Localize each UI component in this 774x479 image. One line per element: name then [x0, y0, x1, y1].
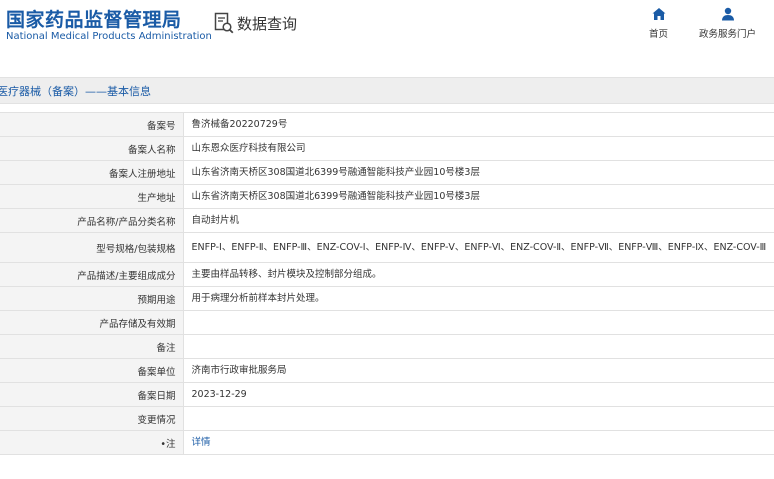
row-value: 2023-12-29	[183, 382, 774, 407]
table-row: 备案人名称 山东恩众医疗科技有限公司	[0, 136, 774, 161]
table-row: 产品存储及有效期	[0, 310, 774, 335]
table-row: 产品描述/主要组成成分 主要由样品转移、封片模块及控制部分组成。	[0, 262, 774, 287]
row-value: 自动封片机	[183, 208, 774, 233]
row-label: 备案单位	[0, 358, 184, 383]
table-row: 备案号 鲁济械备20220729号	[0, 112, 774, 137]
row-label: 备注	[0, 334, 184, 359]
row-value: 鲁济械备20220729号	[183, 112, 774, 137]
info-table: 备案号 鲁济械备20220729号 备案人名称 山东恩众医疗科技有限公司 备案人…	[0, 112, 774, 455]
nav-service-label: 政务服务门户	[699, 29, 757, 40]
nav-home[interactable]: 首页	[649, 7, 668, 40]
row-value: 济南市行政审批服务局	[183, 358, 774, 383]
row-label-text: 注	[165, 438, 176, 450]
table-row: 产品名称/产品分类名称 自动封片机	[0, 208, 774, 233]
row-label: 备案人名称	[0, 136, 184, 161]
details-link[interactable]: 详情	[192, 437, 211, 448]
row-value: ENFP-Ⅰ、ENFP-Ⅱ、ENFP-Ⅲ、ENZ-COV-Ⅰ、ENFP-Ⅳ、EN…	[183, 232, 774, 263]
row-value	[183, 406, 774, 431]
row-label: 型号规格/包装规格	[0, 232, 184, 263]
row-label: 备案日期	[0, 382, 184, 407]
row-value: 主要由样品转移、封片模块及控制部分组成。	[183, 262, 774, 287]
row-value: 山东省济南天桥区308国道北6399号融通智能科技产业园10号楼3层	[183, 184, 774, 209]
table-row: 备案日期 2023-12-29	[0, 382, 774, 407]
row-label-note: •注	[0, 430, 184, 455]
row-value: 山东省济南天桥区308国道北6399号融通智能科技产业园10号楼3层	[183, 160, 774, 185]
site-logo-title: 国家药品监督管理局	[6, 9, 182, 31]
table-row: 备案单位 济南市行政审批服务局	[0, 358, 774, 383]
row-label: 产品描述/主要组成成分	[0, 262, 184, 287]
row-label: 变更情况	[0, 406, 184, 431]
row-label: 生产地址	[0, 184, 184, 209]
table-row: 型号规格/包装规格 ENFP-Ⅰ、ENFP-Ⅱ、ENFP-Ⅲ、ENZ-COV-Ⅰ…	[0, 232, 774, 263]
table-row: 备注	[0, 334, 774, 359]
row-value: 用于病理分析前样本封片处理。	[183, 286, 774, 311]
site-logo-subtitle: National Medical Products Administration	[6, 31, 212, 42]
row-value	[183, 310, 774, 335]
data-query-label: 数据查询	[237, 14, 298, 33]
document-search-icon	[214, 12, 234, 34]
section-title: 医疗器械（备案）——基本信息	[0, 85, 151, 98]
table-row: 变更情况	[0, 406, 774, 431]
row-label: 预期用途	[0, 286, 184, 311]
site-header: 国家药品监督管理局 National Medical Products Admi…	[0, 0, 774, 62]
table-row: •注 详情	[0, 430, 774, 455]
row-value: 详情	[183, 430, 774, 455]
row-label: 备案人注册地址	[0, 160, 184, 185]
section-title-bar: 医疗器械（备案）——基本信息	[0, 77, 774, 104]
nav-home-label: 首页	[649, 29, 669, 40]
row-label: 备案号	[0, 112, 184, 137]
row-label: 产品存储及有效期	[0, 310, 184, 335]
data-query-link[interactable]: 数据查询	[214, 12, 297, 34]
table-row: 备案人注册地址 山东省济南天桥区308国道北6399号融通智能科技产业园10号楼…	[0, 160, 774, 185]
home-icon	[652, 8, 665, 20]
nav-service-portal[interactable]: 政务服务门户	[699, 7, 756, 40]
row-value	[183, 334, 774, 359]
row-value: 山东恩众医疗科技有限公司	[183, 136, 774, 161]
table-row: 生产地址 山东省济南天桥区308国道北6399号融通智能科技产业园10号楼3层	[0, 184, 774, 209]
user-icon	[721, 7, 734, 21]
table-row: 预期用途 用于病理分析前样本封片处理。	[0, 286, 774, 311]
row-label: 产品名称/产品分类名称	[0, 208, 184, 233]
